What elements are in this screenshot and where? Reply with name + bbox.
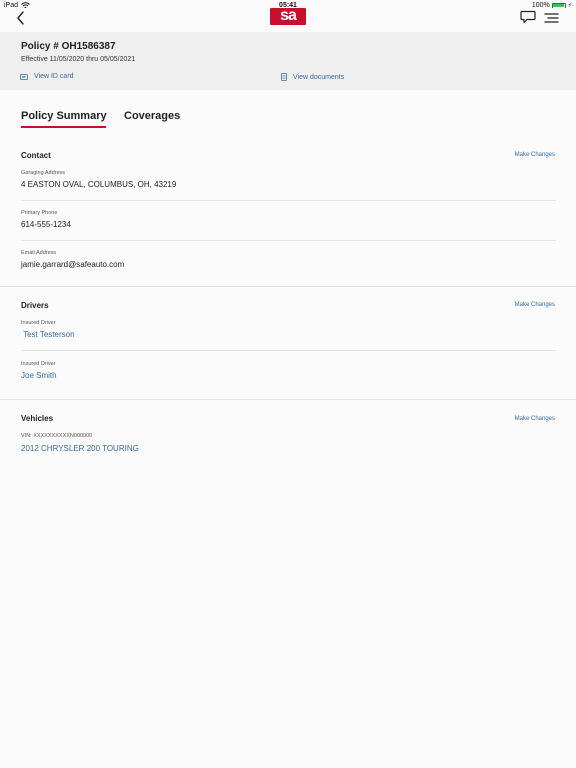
row-divider [21, 350, 556, 351]
garaging-address-label: Garaging Address [21, 170, 66, 176]
email-address-label: Email Address [21, 250, 57, 256]
view-documents-link[interactable]: View documents [281, 73, 344, 81]
policy-effective-dates: Effective 11/05/2020 thru 05/05/2021 [21, 56, 136, 63]
view-id-card-link[interactable]: View ID card [20, 73, 74, 80]
active-tab-indicator [21, 126, 106, 128]
row-divider [21, 200, 556, 201]
vehicle-link[interactable]: 2012 CHRYSLER 200 TOURING [21, 444, 139, 453]
garaging-address-value: 4 EASTON OVAL, COLUMBUS, OH, 43219 [21, 180, 177, 189]
chevron-left-icon[interactable] [14, 10, 28, 26]
view-documents-label: View documents [293, 73, 345, 81]
logo-text: sa [280, 7, 297, 24]
section-divider [0, 286, 576, 287]
section-divider [0, 399, 576, 400]
insured-driver-label: Insured Driver [21, 361, 56, 367]
tab-policy-summary[interactable]: Policy Summary [21, 110, 107, 122]
email-address-value: jamie.garrard@safeauto.com [21, 260, 125, 269]
safeauto-logo: sa [270, 7, 306, 25]
contact-make-changes-button[interactable]: Make Changes [515, 152, 555, 158]
vehicle-vin: VIN: XXXXXXXXXXN000000 [21, 433, 93, 439]
id-card-icon [20, 73, 28, 80]
row-divider [21, 240, 556, 241]
insured-driver-label: Insured Driver [21, 320, 56, 326]
primary-phone-value: 614-555-1234 [21, 220, 71, 229]
vehicles-section-title: Vehicles [21, 414, 54, 423]
vehicles-make-changes-button[interactable]: Make Changes [515, 416, 555, 422]
policy-header: Policy # OH1586387 Effective 11/05/2020 … [0, 32, 576, 90]
drivers-make-changes-button[interactable]: Make Changes [515, 302, 555, 308]
chat-icon[interactable] [520, 10, 536, 24]
tab-coverages[interactable]: Coverages [124, 110, 180, 122]
nav-bar: sa [0, 7, 576, 32]
menu-icon[interactable] [544, 12, 559, 24]
view-id-card-label: View ID card [34, 73, 74, 80]
drivers-section-title: Drivers [21, 301, 49, 310]
document-icon [281, 73, 287, 81]
driver-link[interactable]: Test Testerson [21, 330, 74, 339]
policy-number: Policy # OH1586387 [21, 41, 116, 52]
primary-phone-label: Primary Phone [21, 210, 58, 216]
driver-link[interactable]: Joe Smith [21, 371, 57, 380]
contact-section-title: Contact [21, 151, 51, 160]
